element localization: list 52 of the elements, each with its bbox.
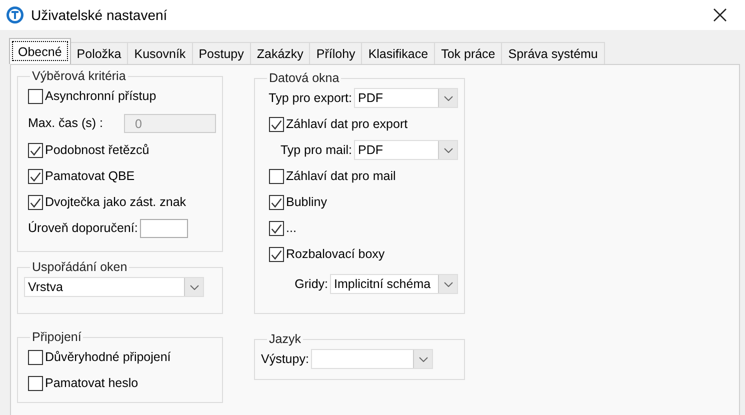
checkbox[interactable] <box>28 350 43 364</box>
dropdown[interactable]: PDF <box>354 88 458 108</box>
group-title: Datová okna <box>268 71 340 85</box>
group-title: Uspořádání oken <box>31 260 128 274</box>
group-title: Jazyk <box>268 332 302 346</box>
dropdown[interactable]: Implicitní schéma <box>330 274 458 294</box>
group-title: Připojení <box>31 330 82 344</box>
dropdown-label: Typ pro export: <box>268 91 352 105</box>
checkbox[interactable] <box>269 194 284 210</box>
close-icon[interactable] <box>713 8 727 22</box>
app-icon <box>6 6 24 24</box>
field-label: Max. čas (s) : <box>28 116 104 130</box>
checkbox[interactable] <box>28 142 43 158</box>
chevron-down-icon <box>190 284 198 290</box>
checkbox-label: Podobnost řetězců <box>45 143 150 157</box>
chevron-down-icon <box>444 96 452 100</box>
checkbox-label: Důvěryhodné připojení <box>45 350 171 364</box>
dropdown-label: Výstupy: <box>261 352 309 366</box>
checkbox[interactable] <box>28 168 43 184</box>
dropdown[interactable]: Vrstva <box>24 277 204 297</box>
checkbox-label: Záhlaví dat pro export <box>286 117 408 131</box>
checkbox[interactable] <box>269 246 284 262</box>
checkbox[interactable] <box>269 168 284 184</box>
checkbox[interactable] <box>28 376 43 390</box>
dropdown-label: Gridy: <box>294 277 328 291</box>
tab[interactable]: Přílohy <box>309 42 362 64</box>
checkbox-label: Záhlaví dat pro mail <box>286 169 396 183</box>
window-title: Uživatelské nastavení <box>31 7 168 23</box>
input-field[interactable] <box>140 218 188 238</box>
tab[interactable]: Správa systému <box>501 42 605 64</box>
dropdown-label: Typ pro mail: <box>280 143 352 157</box>
group-title: Výběrová kritéria <box>31 69 127 83</box>
chevron-down-icon <box>444 148 452 152</box>
tab[interactable]: Postupy <box>192 42 251 64</box>
tab[interactable]: Zakázky <box>250 42 310 64</box>
checkbox-label: Rozbalovací boxy <box>286 247 385 261</box>
checkbox-label: Asynchronní přístup <box>45 89 156 103</box>
checkbox[interactable] <box>269 116 284 132</box>
checkbox[interactable] <box>28 88 43 104</box>
checkbox[interactable] <box>28 194 43 210</box>
checkbox-label: Dvojtečka jako zást. znak <box>45 195 186 209</box>
dropdown[interactable]: PDF <box>354 140 458 160</box>
checkbox-label: ... <box>286 221 296 235</box>
field-label: Úroveň doporučení: <box>28 221 138 235</box>
checkbox-label: Pamatovat heslo <box>45 376 138 390</box>
checkbox-label: Pamatovat QBE <box>45 169 135 183</box>
checkbox-label: Bubliny <box>286 195 327 209</box>
chevron-down-icon <box>444 282 452 286</box>
chevron-down-icon <box>418 356 428 362</box>
tab[interactable]: Tok práce <box>434 42 502 64</box>
checkbox[interactable] <box>269 220 284 236</box>
tab[interactable]: Obecné <box>9 38 71 64</box>
